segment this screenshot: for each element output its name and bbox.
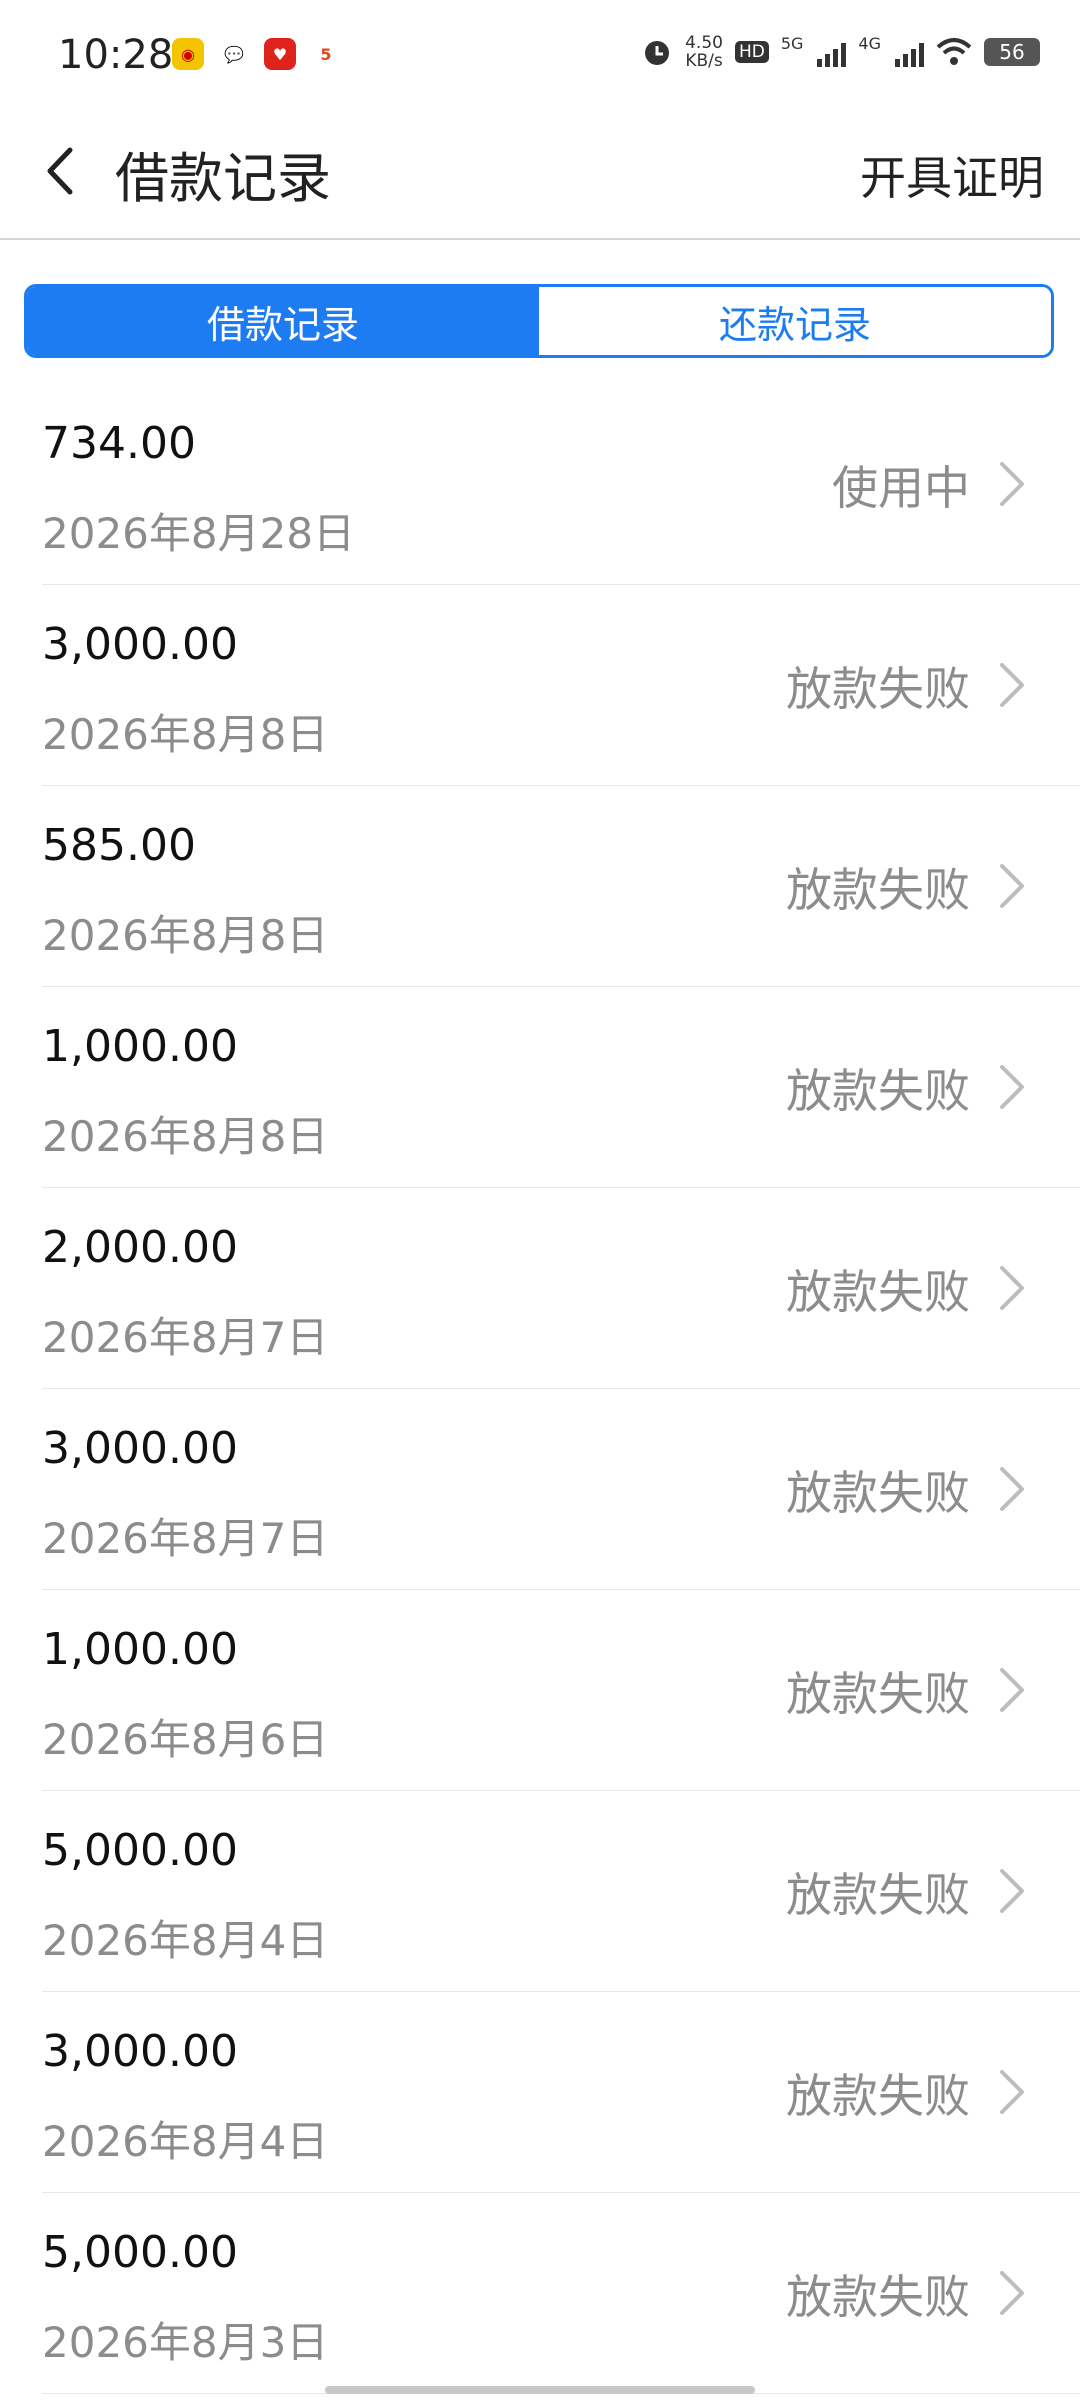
loan-date: 2026年8月28日 — [42, 509, 356, 558]
sim2-network-label: 4G — [858, 34, 881, 53]
loan-date: 2026年8月8日 — [42, 710, 329, 759]
loan-date: 2026年8月8日 — [42, 911, 329, 960]
title-bar: 借款记录 开具证明 — [0, 110, 1080, 240]
loan-amount: 1,000.00 — [42, 1021, 238, 1072]
battery-icon: 56 — [984, 38, 1040, 66]
list-item[interactable]: 1,000.00 2026年8月8日 放款失败 — [0, 987, 1080, 1188]
loan-amount: 734.00 — [42, 418, 196, 469]
tab-repayment-records[interactable]: 还款记录 — [539, 287, 1051, 355]
chevron-right-icon — [1000, 1266, 1024, 1310]
loan-date: 2026年8月4日 — [42, 1916, 329, 1965]
tab-loan-records[interactable]: 借款记录 — [27, 287, 539, 355]
list-item[interactable]: 734.00 2026年8月28日 使用中 — [0, 384, 1080, 585]
chevron-right-icon — [1000, 1668, 1024, 1712]
chevron-right-icon — [1000, 1467, 1024, 1511]
list-item[interactable]: 585.00 2026年8月8日 放款失败 — [0, 786, 1080, 987]
status-bar: 10:28 ◉ 💬 ♥ 5 4.50 KB/s HD 5G 4G 56 — [0, 0, 1080, 110]
loan-date: 2026年8月4日 — [42, 2117, 329, 2166]
loan-status: 放款失败 — [786, 1064, 970, 1118]
status-indicators: 4.50 KB/s HD 5G 4G 56 — [641, 34, 1040, 70]
loan-date: 2026年8月3日 — [42, 2318, 329, 2367]
page-title: 借款记录 — [115, 147, 331, 210]
loan-amount: 1,000.00 — [42, 1624, 238, 1675]
loan-amount: 585.00 — [42, 820, 196, 871]
loan-amount: 3,000.00 — [42, 619, 238, 670]
loan-status: 放款失败 — [786, 662, 970, 716]
chevron-right-icon — [1000, 1065, 1024, 1109]
list-item[interactable]: 3,000.00 2026年8月7日 放款失败 — [0, 1389, 1080, 1590]
loan-status: 使用中 — [832, 461, 970, 515]
loan-status: 放款失败 — [786, 2270, 970, 2324]
chevron-right-icon — [1000, 462, 1024, 506]
alarm-icon — [645, 41, 670, 65]
network-speed-value: 4.50 — [685, 33, 723, 53]
back-arrow-icon[interactable] — [30, 136, 100, 206]
list-item[interactable]: 2,000.00 2026年8月7日 放款失败 — [0, 1188, 1080, 1389]
list-item[interactable]: 1,000.00 2026年8月6日 放款失败 — [0, 1590, 1080, 1791]
issue-certificate-button[interactable]: 开具证明 — [860, 142, 1044, 208]
network-speed-unit: KB/s — [685, 51, 723, 71]
loan-status: 放款失败 — [786, 1868, 970, 1922]
loan-amount: 3,000.00 — [42, 2026, 238, 2077]
loan-status: 放款失败 — [786, 2069, 970, 2123]
sim1-signal-icon — [817, 37, 847, 67]
chevron-right-icon — [1000, 864, 1024, 908]
loan-date: 2026年8月6日 — [42, 1715, 329, 1764]
network-speed: 4.50 KB/s — [685, 34, 723, 70]
sim1-network-label: 5G — [780, 34, 804, 53]
notification-icons: ◉ 💬 ♥ 5 — [172, 38, 342, 70]
loan-date: 2026年8月7日 — [42, 1313, 329, 1362]
loan-amount: 5,000.00 — [42, 1825, 238, 1876]
loan-amount: 3,000.00 — [42, 1423, 238, 1474]
loan-status: 放款失败 — [786, 1667, 970, 1721]
hd-badge: HD — [734, 41, 769, 63]
loan-status: 放款失败 — [786, 1265, 970, 1319]
loan-amount: 2,000.00 — [42, 1222, 238, 1273]
loan-date: 2026年8月7日 — [42, 1514, 329, 1563]
record-tabs: 借款记录 还款记录 — [24, 284, 1054, 358]
chevron-right-icon — [1000, 1869, 1024, 1913]
chevron-right-icon — [1000, 2070, 1024, 2114]
list-item[interactable]: 5,000.00 2026年8月3日 放款失败 — [0, 2193, 1080, 2394]
chevron-right-icon — [1000, 663, 1024, 707]
home-indicator[interactable] — [325, 2386, 755, 2394]
pinduoduo-icon: ♥ — [264, 38, 296, 70]
loan-status: 放款失败 — [786, 1466, 970, 1520]
weibo-icon: ◉ — [172, 38, 204, 70]
58-icon: 5 — [310, 38, 342, 70]
sim2-signal-icon — [895, 37, 924, 67]
status-time: 10:28 — [58, 32, 174, 78]
list-item[interactable]: 5,000.00 2026年8月4日 放款失败 — [0, 1791, 1080, 1992]
loan-status: 放款失败 — [786, 863, 970, 917]
list-item[interactable]: 3,000.00 2026年8月4日 放款失败 — [0, 1992, 1080, 2193]
loan-record-list: 734.00 2026年8月28日 使用中 3,000.00 2026年8月8日… — [0, 384, 1080, 2394]
loan-amount: 5,000.00 — [42, 2227, 238, 2278]
chevron-right-icon — [1000, 2271, 1024, 2315]
loan-date: 2026年8月8日 — [42, 1112, 329, 1161]
wechat-icon: 💬 — [218, 38, 250, 70]
wifi-icon — [936, 38, 972, 65]
list-item[interactable]: 3,000.00 2026年8月8日 放款失败 — [0, 585, 1080, 786]
